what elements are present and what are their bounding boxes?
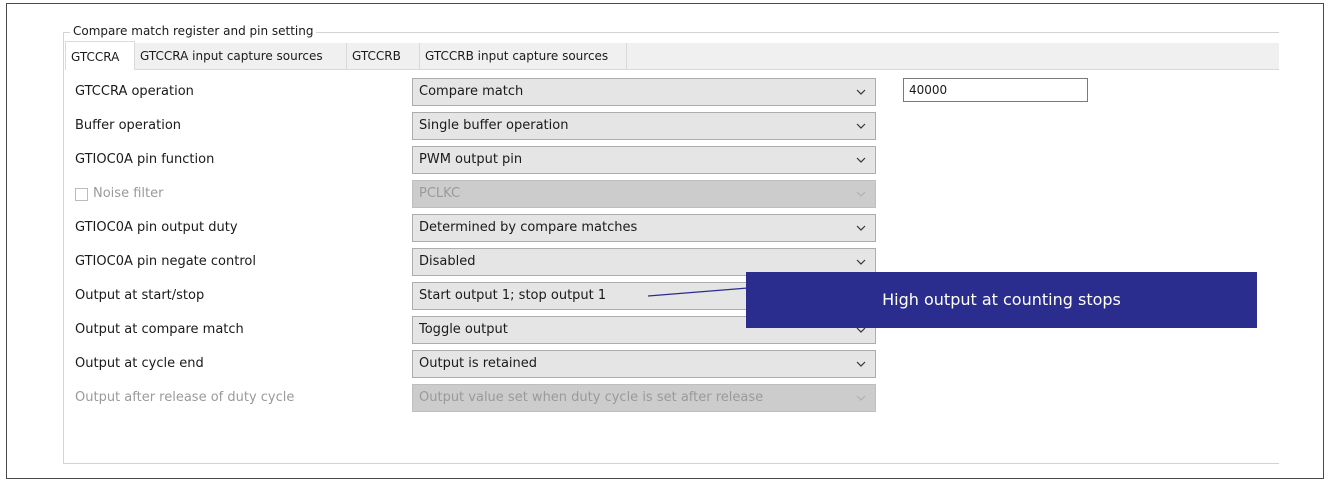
callout-leader-line bbox=[647, 287, 749, 297]
callout-text: High output at counting stops bbox=[882, 290, 1121, 309]
callout-box: High output at counting stops bbox=[746, 272, 1257, 328]
